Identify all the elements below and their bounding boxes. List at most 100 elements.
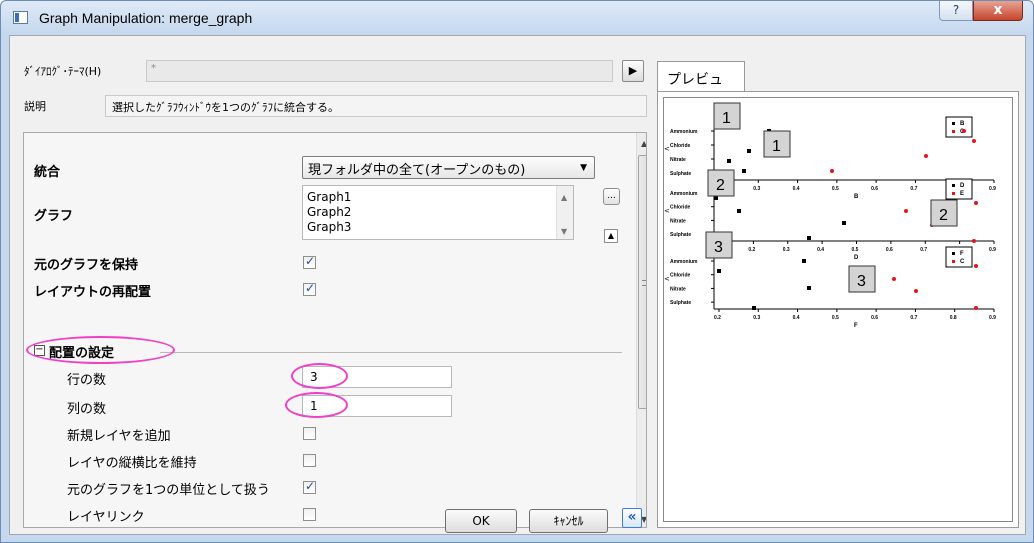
theme-label: ﾀﾞｲｱﾛｸﾞ･ﾃｰﾏ(H) (24, 65, 102, 78)
data-point (830, 169, 834, 173)
x-tick-label: 0.3 (753, 186, 760, 192)
description-field: 選択したｸﾞﾗﾌｳｨﾝﾄﾞｳを1つのｸﾞﾗﾌに統合する。 (105, 95, 647, 117)
legend-marker (952, 184, 955, 187)
aspect-label: レイヤの縦横比を維持 (67, 456, 197, 471)
highlight-annotation (285, 392, 348, 418)
legend-marker (952, 252, 955, 255)
x-tick-label: 0.2 (748, 247, 755, 253)
cancel-button[interactable]: ｷｬﾝｾﾙ (529, 509, 608, 533)
x-tick-label: 0.5 (852, 247, 859, 253)
list-item[interactable]: Graph1 (307, 190, 569, 205)
collapse-icon[interactable]: « (622, 508, 642, 528)
scroll-up-icon[interactable]: ▲ (641, 139, 646, 148)
list-item[interactable]: Graph2 (307, 205, 569, 220)
scroll-down-icon[interactable]: ▼ (561, 224, 567, 239)
data-point (892, 277, 896, 281)
x-tick-label: 0.2 (714, 315, 721, 321)
aspect-checkbox[interactable] (303, 454, 316, 467)
y-tick-label: Chloride (670, 273, 690, 279)
y-tick-label: Chloride (670, 205, 690, 211)
unit-checkbox[interactable] (303, 479, 316, 494)
graphs-list-scrollbar[interactable]: ▲ ▼ (556, 186, 573, 239)
browse-graphs-button[interactable]: ... (603, 188, 620, 205)
panel-scrollbar[interactable]: ▲ ▼ (636, 133, 646, 527)
data-point (807, 236, 811, 240)
x-tick-label: 0.9 (989, 186, 996, 192)
legend-label: C (960, 259, 965, 265)
y-tick-label: Ammonium (670, 259, 698, 265)
layer-link-checkbox[interactable] (303, 508, 316, 521)
layer-index-label: 1 (772, 138, 781, 155)
legend-box (945, 116, 973, 138)
y-tick-label: Sulphate (670, 300, 691, 306)
y-tick-label: Nitrate (670, 157, 686, 163)
x-tick-label: 0.5 (832, 315, 839, 321)
x-axis-title: F (854, 323, 858, 329)
y-tick-label: Nitrate (670, 218, 686, 224)
legend-marker (952, 260, 955, 263)
legend-label: D (960, 183, 965, 189)
layer-index-label: 3 (714, 239, 723, 256)
preview-graph: Ammonium Chloride Nitrate Sulphate <0.2 0.3 0.… (664, 102, 996, 329)
preview-pane: Ammonium Chloride Nitrate Sulphate <0.2 0.3 0.… (657, 91, 1019, 528)
ok-button[interactable]: OK (445, 509, 517, 533)
add-layer-checkbox[interactable] (303, 427, 316, 440)
x-axis-title: D (854, 255, 859, 261)
window-icon (13, 11, 28, 24)
data-point (974, 201, 978, 205)
data-point (924, 154, 928, 158)
data-point (914, 289, 918, 293)
theme-arrow-button[interactable]: ▶ (622, 60, 644, 82)
x-tick-label: 0.4 (793, 186, 800, 192)
layer-index-label: 3 (857, 273, 866, 290)
scroll-thumb[interactable] (638, 155, 646, 409)
help-button[interactable]: ? (939, 1, 973, 21)
data-point (972, 239, 976, 243)
relayout-label: レイアウトの再配置 (34, 285, 152, 300)
close-button[interactable]: x (973, 1, 1023, 21)
data-point (802, 259, 806, 263)
x-tick-label: 0.8 (950, 315, 957, 321)
graphs-list[interactable]: Graph1 Graph2 Graph3 ▲ ▼ (302, 185, 574, 240)
x-tick-label: 0.6 (871, 186, 878, 192)
x-tick-label: 0.3 (753, 315, 760, 321)
layer-index-label: 1 (722, 110, 731, 127)
legend-marker (952, 122, 955, 125)
x-tick-label: 0.6 (886, 247, 893, 253)
grip-icon (642, 280, 646, 286)
layer-index-label: 2 (939, 207, 948, 224)
scroll-up-icon[interactable]: ▲ (561, 190, 567, 205)
x-axis-arrow-icon: < (664, 207, 670, 215)
data-point (962, 129, 966, 133)
layer-link-label: レイヤリンク (67, 510, 145, 525)
data-point (974, 264, 978, 268)
y-tick-label: Nitrate (670, 286, 686, 292)
merge-label: 統合 (34, 165, 61, 180)
tab-preview[interactable]: プレビュー (657, 61, 745, 108)
graphs-expand-button[interactable]: ▲ (604, 229, 618, 243)
dialog-body: ﾀﾞｲｱﾛｸﾞ･ﾃｰﾏ(H) * ▶ 説明 選択したｸﾞﾗﾌｳｨﾝﾄﾞｳを1つの… (9, 35, 1026, 535)
unit-label: 元のグラフを1つの単位として扱う (67, 483, 270, 498)
x-axis-arrow-icon: < (664, 145, 670, 153)
data-point (807, 286, 811, 290)
legend-marker (952, 192, 955, 195)
relayout-checkbox[interactable] (303, 281, 316, 296)
legend-label: B (960, 121, 965, 127)
data-point (737, 209, 741, 213)
list-item[interactable]: Graph3 (307, 220, 569, 235)
y-tick-label: Chloride (670, 143, 690, 149)
data-point (974, 306, 978, 310)
merge-select[interactable]: 現フォルダ中の全て(オープンのもの) ▼ (302, 156, 595, 179)
window-title: Graph Manipulation: merge_graph (39, 10, 253, 26)
data-point (752, 306, 756, 310)
keep-graph-checkbox[interactable] (303, 254, 316, 269)
data-point (727, 159, 731, 163)
legend-label: F (960, 251, 964, 257)
legend-box (945, 246, 973, 268)
y-tick-label: Sulphate (670, 232, 691, 238)
y-tick-label: Sulphate (670, 171, 691, 177)
data-point (714, 196, 718, 200)
theme-combo[interactable]: * (146, 60, 613, 82)
preview-canvas: Ammonium Chloride Nitrate Sulphate <0.2 0.3 0.… (663, 97, 1013, 522)
data-point (717, 269, 721, 273)
